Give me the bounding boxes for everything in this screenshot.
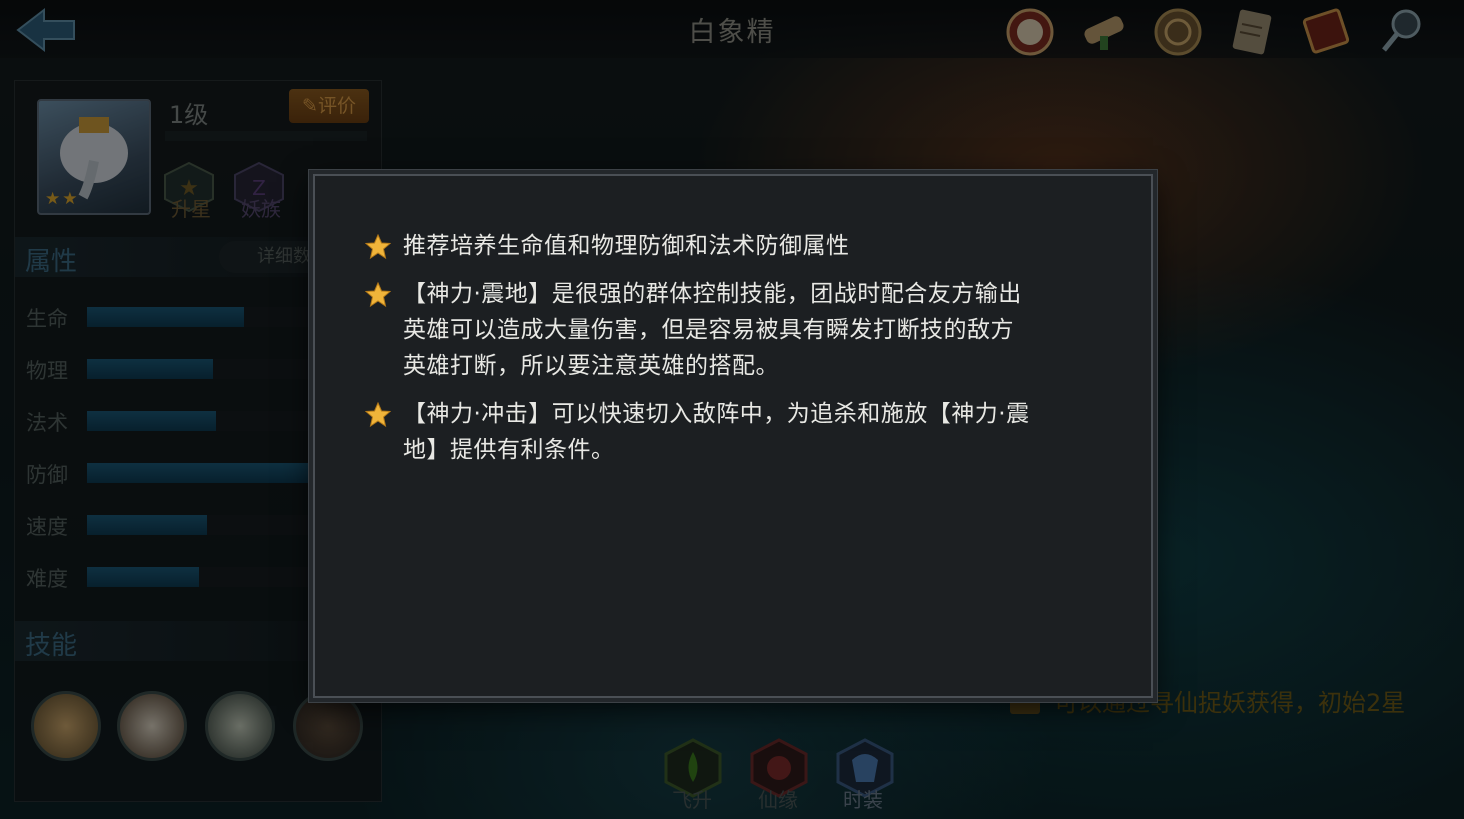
tip-text: 【神力·冲击】可以快速切入敌阵中，为追杀和施放【神力·震 地】提供有利条件。 — [403, 401, 1030, 463]
tip-text: 推荐培养生命值和物理防御和法术防御属性 — [403, 233, 850, 259]
tip-item: 【神力·冲击】可以快速切入敌阵中，为追杀和施放【神力·震 地】提供有利条件。 — [365, 396, 1085, 468]
star-icon — [365, 282, 391, 308]
star-icon — [365, 402, 391, 428]
hero-tips-dialog: 推荐培养生命值和物理防御和法术防御属性 【神力·震地】是很强的群体控制技能，团战… — [313, 174, 1153, 698]
star-icon — [365, 234, 391, 260]
tip-text: 【神力·震地】是很强的群体控制技能，团战时配合友方输出 英雄可以造成大量伤害，但… — [403, 281, 1022, 379]
tip-item: 【神力·震地】是很强的群体控制技能，团战时配合友方输出 英雄可以造成大量伤害，但… — [365, 276, 1085, 384]
tip-item: 推荐培养生命值和物理防御和法术防御属性 — [365, 228, 1085, 264]
